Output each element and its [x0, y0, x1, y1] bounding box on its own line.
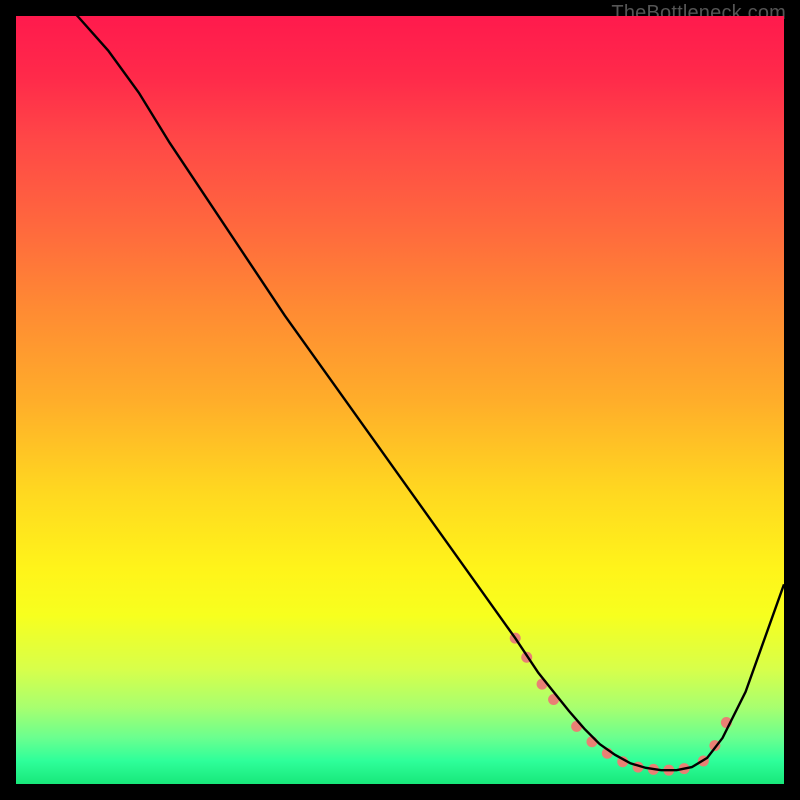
bottleneck-curve — [16, 16, 784, 770]
plot-area — [16, 16, 784, 784]
markers-group — [510, 633, 732, 776]
chart-frame: TheBottleneck.com — [16, 16, 784, 784]
curve-layer — [16, 16, 784, 784]
